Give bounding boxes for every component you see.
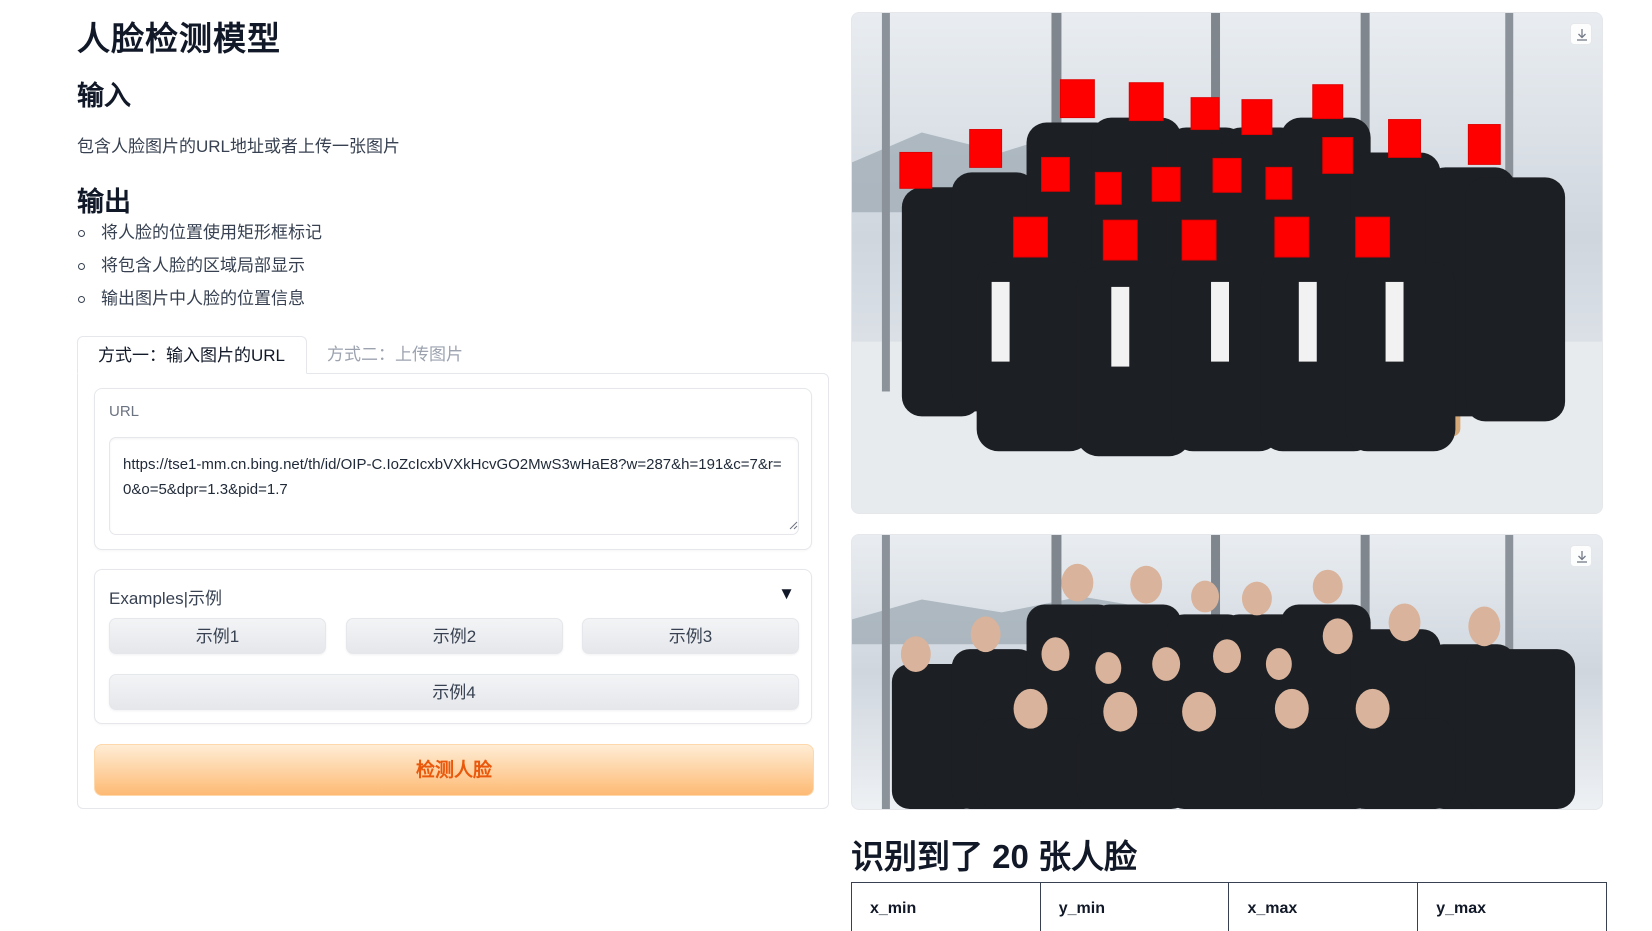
- tab-url-input[interactable]: 方式一：输入图片的URL: [77, 336, 307, 374]
- input-mode-tabs: 方式一：输入图片的URL 方式二：上传图片: [77, 336, 829, 376]
- column-header: x_min: [851, 882, 1041, 931]
- download-icon[interactable]: [1570, 545, 1592, 567]
- column-header: y_min: [1039, 882, 1230, 931]
- result-table: x_min y_min x_max y_max: [851, 882, 1607, 931]
- result-title: 识别到了 20 张人脸: [851, 838, 1138, 875]
- examples-label: Examples|示例: [109, 589, 223, 608]
- tab-upload-image[interactable]: 方式二：上传图片: [307, 336, 483, 374]
- example-2-button[interactable]: 示例2: [346, 618, 563, 654]
- download-icon[interactable]: [1570, 23, 1592, 45]
- detect-faces-button[interactable]: 检测人脸: [94, 744, 814, 796]
- collapse-caret-icon[interactable]: ▼: [778, 584, 795, 604]
- table-header-row: x_min y_min x_max y_max: [851, 882, 1607, 931]
- example-3-button[interactable]: 示例3: [582, 618, 799, 654]
- resize-handle-icon[interactable]: [789, 521, 798, 530]
- examples-block: Examples|示例 ▼ 示例1 示例2 示例3 示例4: [94, 569, 812, 724]
- list-item: 将人脸的位置使用矩形框标记: [77, 222, 322, 255]
- output-heading: 输出: [77, 187, 131, 217]
- annotated-image: [851, 12, 1603, 514]
- example-4-button[interactable]: 示例4: [109, 674, 799, 710]
- column-header: y_max: [1417, 882, 1607, 931]
- column-header: x_max: [1228, 882, 1419, 931]
- app-page: 人脸检测模型 输入 包含人脸图片的URL地址或者上传一张图片 输出 将人脸的位置…: [0, 0, 1652, 931]
- url-label: URL: [109, 403, 140, 420]
- output-list: 将人脸的位置使用矩形框标记 将包含人脸的区域局部显示 输出图片中人脸的位置信息: [77, 222, 322, 321]
- annotated-group-photo: [852, 13, 1602, 513]
- url-block: URL https://tse1-mm.cn.bing.net/th/id/OI…: [94, 388, 812, 550]
- original-group-photo: [852, 535, 1602, 809]
- tab-panel: URL https://tse1-mm.cn.bing.net/th/id/OI…: [77, 373, 829, 809]
- url-textarea[interactable]: https://tse1-mm.cn.bing.net/th/id/OIP-C.…: [109, 437, 799, 535]
- input-description: 包含人脸图片的URL地址或者上传一张图片: [77, 137, 401, 156]
- example-1-button[interactable]: 示例1: [109, 618, 326, 654]
- list-item: 将包含人脸的区域局部显示: [77, 255, 322, 288]
- input-heading: 输入: [77, 81, 131, 111]
- original-image: [851, 534, 1603, 810]
- page-title: 人脸检测模型: [77, 20, 281, 57]
- list-item: 输出图片中人脸的位置信息: [77, 288, 322, 321]
